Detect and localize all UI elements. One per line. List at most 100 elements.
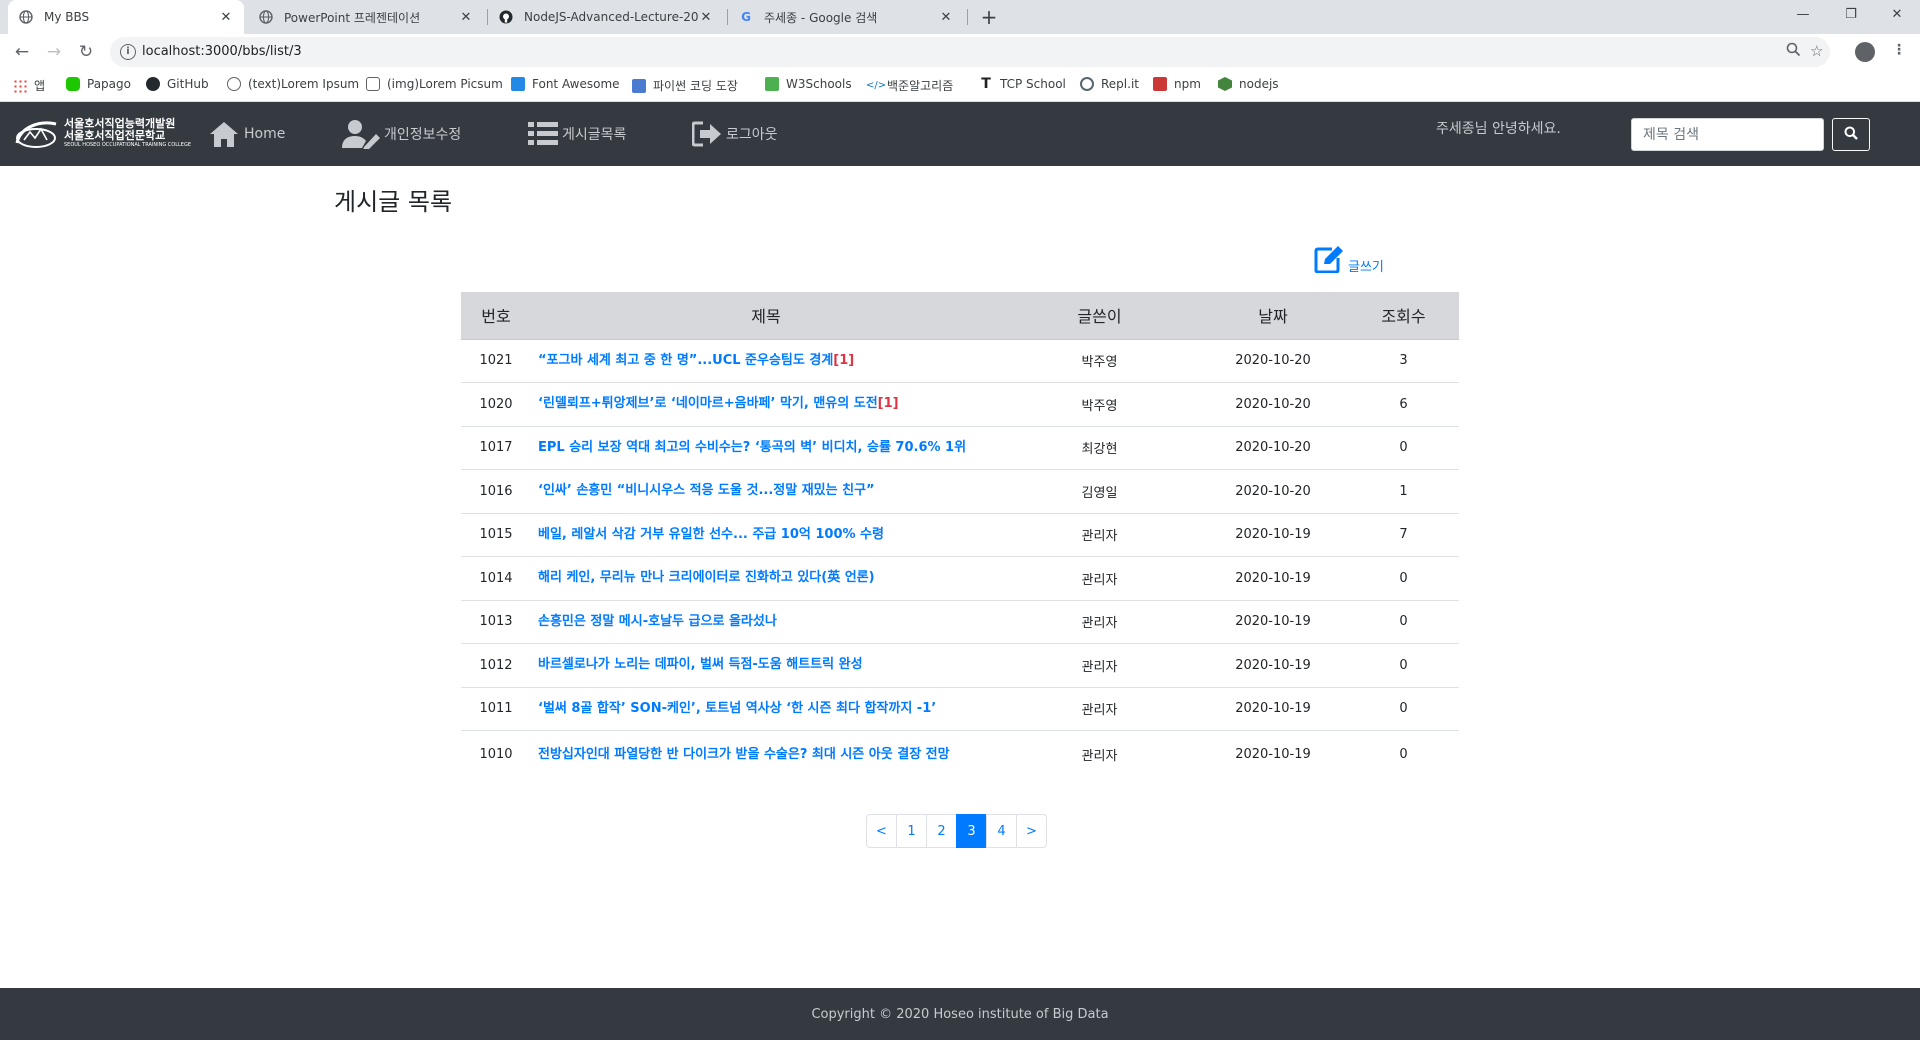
post-title-text[interactable]: 전방십자인대 파열당한 반 다이크가 받을 수술은? 최대 시즌 아웃 결장 전…: [538, 747, 950, 762]
bookmark-label: (text)Lorem Ipsum: [248, 77, 360, 91]
bookmark-label: W3Schools: [786, 77, 852, 91]
post-date: 2020-10-19: [1198, 600, 1348, 644]
list-icon: [528, 121, 558, 147]
write-post-link[interactable]: 글쓰기: [1314, 245, 1384, 277]
url-text[interactable]: localhost:3000/bbs/list/3: [142, 44, 302, 59]
bookmark-python-dojang[interactable]: 파이썬 코딩 도장: [632, 77, 738, 94]
nav-logout[interactable]: 로그아웃: [692, 102, 778, 166]
post-title-link[interactable]: EPL 승리 보장 역대 최고의 수비수는? ‘통곡의 벽’ 비디치, 승률 7…: [531, 426, 1001, 470]
post-title-link[interactable]: 바르셀로나가 노리는 데파이, 벌써 득점-도움 해트트릭 완성: [531, 643, 1001, 688]
bookmark-label: TCP School: [1000, 77, 1066, 91]
tab-my-bbs[interactable]: My BBS ✕: [8, 0, 244, 34]
globe-icon: [258, 9, 274, 25]
post-title-text[interactable]: ‘인싸’ 손흥민 “비니시우스 적응 도울 것...정말 재밌는 친구”: [538, 483, 875, 498]
nav-post-list[interactable]: 게시글목록: [528, 102, 626, 166]
post-title-link[interactable]: 전방십자인대 파열당한 반 다이크가 받을 수술은? 최대 시즌 아웃 결장 전…: [531, 731, 1001, 779]
post-title-link[interactable]: ‘인싸’ 손흥민 “비니시우스 적응 도울 것...정말 재밌는 친구”: [531, 469, 1001, 514]
post-title-text[interactable]: 베일, 레알서 삭감 거부 유일한 선수... 주급 10억 100% 수령: [538, 527, 884, 542]
write-label: 글쓰기: [1348, 259, 1384, 275]
post-date: 2020-10-20: [1198, 339, 1348, 383]
tab-title: NodeJS-Advanced-Lecture-2020: [524, 10, 698, 24]
forward-icon[interactable]: →: [42, 40, 66, 64]
menu-kebab-icon[interactable]: ⋮: [1892, 42, 1906, 58]
post-title-link[interactable]: ‘린델뢰프+튀앙제브’로 ‘네이마르+음바페’ 막기, 맨유의 도전[1]: [531, 382, 1001, 427]
user-edit-icon: [342, 119, 380, 149]
post-writer: 김영일: [1001, 469, 1198, 514]
sign-out-icon: [692, 121, 722, 147]
post-title-link[interactable]: “포그바 세계 최고 중 한 명”...UCL 준우승팀도 경계[1]: [531, 339, 1001, 383]
nav-profile-edit[interactable]: 개인정보수정: [342, 102, 461, 166]
post-title-text[interactable]: 해리 케인, 무리뉴 만나 크리에이터로 진화하고 있다(英 언론): [538, 570, 875, 585]
post-number: 1013: [461, 600, 531, 644]
post-title-link[interactable]: ‘벌써 8골 합작’ SON-케인’, 토트넘 역사상 ‘한 시즌 최다 합작까…: [531, 687, 1001, 731]
post-title-text[interactable]: EPL 승리 보장 역대 최고의 수비수는? ‘통곡의 벽’ 비디치, 승률 7…: [538, 440, 966, 455]
bookmark-lorem-picsum[interactable]: (img)Lorem Picsum: [366, 77, 503, 91]
post-title-text[interactable]: ‘벌써 8골 합작’ SON-케인’, 토트넘 역사상 ‘한 시즌 최다 합작까…: [538, 701, 936, 716]
post-date: 2020-10-19: [1235, 747, 1311, 763]
bookmark-lorem-ipsum[interactable]: (text)Lorem Ipsum: [227, 77, 359, 91]
tab-separator: [967, 9, 968, 25]
bookmark-github[interactable]: GitHub: [146, 77, 209, 91]
minimize-icon[interactable]: —: [1780, 0, 1826, 30]
page-1-button[interactable]: 1: [896, 814, 927, 848]
page-4-button[interactable]: 4: [986, 814, 1017, 848]
bookmark-replit[interactable]: Repl.it: [1080, 77, 1139, 91]
page-next-button[interactable]: >: [1016, 814, 1047, 848]
page-3-button-current[interactable]: 3: [956, 814, 987, 848]
tab-google[interactable]: G 주세종 - Google 검색 ✕: [728, 0, 964, 34]
post-title-text[interactable]: ‘린델뢰프+튀앙제브’로 ‘네이마르+음바페’ 막기, 맨유의 도전: [538, 396, 878, 411]
post-title-link[interactable]: 베일, 레알서 삭감 거부 유일한 선수... 주급 10억 100% 수령: [531, 513, 1001, 557]
close-icon[interactable]: ✕: [938, 10, 954, 25]
page-prev-button[interactable]: <: [866, 814, 897, 848]
python-dojang-icon: [632, 78, 646, 93]
page-2-button[interactable]: 2: [926, 814, 957, 848]
bookmark-w3schools[interactable]: W3Schools: [765, 77, 852, 91]
back-icon[interactable]: ←: [10, 40, 34, 64]
post-title-text[interactable]: 바르셀로나가 노리는 데파이, 벌써 득점-도움 해트트릭 완성: [538, 657, 863, 672]
profile-avatar-icon[interactable]: [1855, 42, 1875, 62]
home-icon: [208, 120, 240, 148]
omnibox[interactable]: i localhost:3000/bbs/list/3 ☆: [110, 37, 1830, 67]
title-search-input[interactable]: [1631, 118, 1824, 151]
post-title-link[interactable]: 손흥민은 정말 메시-호날두 급으로 올라섰나: [531, 600, 1001, 644]
bookmark-tcp-school[interactable]: T TCP School: [979, 77, 1066, 91]
nav-home[interactable]: Home: [208, 102, 285, 166]
reload-icon[interactable]: ↻: [74, 40, 98, 64]
restore-icon[interactable]: ❐: [1828, 0, 1874, 30]
search-button[interactable]: [1832, 118, 1870, 151]
site-logo[interactable]: 서울호서직업능력개발원 서울호서직업전문학교 SEOUL HOSEO OCCUP…: [14, 116, 191, 150]
new-tab-button[interactable]: +: [976, 4, 1002, 30]
nav-list-label: 게시글목록: [562, 127, 627, 143]
bookmark-npm[interactable]: npm: [1153, 77, 1201, 91]
bookmark-apps[interactable]: 앱: [13, 77, 45, 94]
close-icon[interactable]: ✕: [698, 10, 714, 25]
bookmark-baekjoon[interactable]: </> 백준알고리즘: [866, 77, 953, 94]
tab-powerpoint[interactable]: PowerPoint 프레젠테이션 ✕: [248, 0, 484, 34]
close-icon[interactable]: ✕: [458, 10, 474, 25]
tab-github[interactable]: NodeJS-Advanced-Lecture-2020 ✕: [488, 0, 724, 34]
post-date: 2020-10-20: [1198, 382, 1348, 427]
tab-title: PowerPoint 프레젠테이션: [284, 10, 421, 25]
tcp-school-icon: T: [981, 76, 991, 92]
table-row: 1015 베일, 레알서 삭감 거부 유일한 선수... 주급 10억 100%…: [461, 513, 1459, 557]
post-views: 6: [1348, 382, 1459, 427]
bookmark-papago[interactable]: Papago: [66, 77, 131, 91]
post-title-text[interactable]: 손흥민은 정말 메시-호날두 급으로 올라섰나: [538, 614, 777, 629]
post-title-text[interactable]: “포그바 세계 최고 중 한 명”...UCL 준우승팀도 경계: [538, 353, 833, 368]
bookmark-font-awesome[interactable]: Font Awesome: [511, 77, 620, 91]
post-date: 2020-10-19: [1198, 513, 1348, 557]
nav-home-label: Home: [244, 126, 286, 142]
post-views: 0: [1348, 643, 1459, 688]
zoom-icon[interactable]: [1786, 42, 1801, 61]
post-date: 2020-10-20: [1198, 426, 1348, 470]
pagination: < 1 2 3 4 >: [866, 814, 1047, 848]
window-close-icon[interactable]: ✕: [1874, 0, 1920, 30]
search-icon: [1844, 125, 1858, 144]
post-writer: 관리자: [1001, 513, 1198, 557]
site-info-icon[interactable]: i: [120, 44, 136, 60]
star-icon[interactable]: ☆: [1810, 42, 1823, 60]
logo-mark-icon: [14, 116, 58, 150]
close-icon[interactable]: ✕: [218, 10, 234, 25]
post-title-link[interactable]: 해리 케인, 무리뉴 만나 크리에이터로 진화하고 있다(英 언론): [531, 556, 1001, 601]
bookmark-nodejs[interactable]: nodejs: [1218, 77, 1279, 91]
